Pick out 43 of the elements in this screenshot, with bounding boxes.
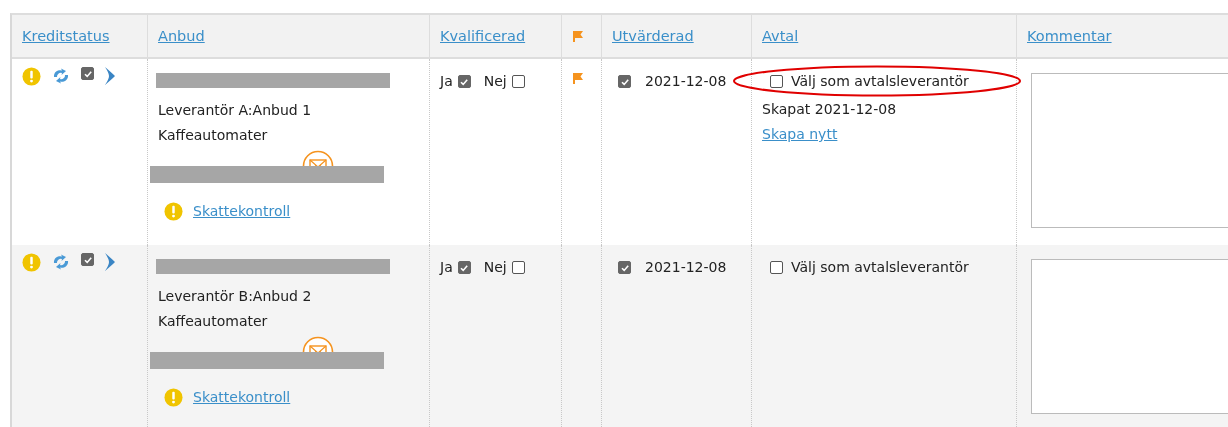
chevron-right-icon[interactable]: [104, 67, 116, 85]
warning-icon: [164, 202, 183, 221]
create-new-link[interactable]: Skapa nytt: [762, 126, 838, 142]
checkbox[interactable]: [770, 261, 783, 274]
chevron-right-icon[interactable]: [104, 253, 116, 271]
no-label: Nej: [483, 72, 507, 91]
comment-field[interactable]: [1031, 73, 1228, 228]
comment-field[interactable]: [1031, 259, 1228, 414]
yes-label: Ja: [440, 258, 453, 277]
created-date-text: Skapat 2021-12-08: [762, 100, 898, 119]
column-header-link[interactable]: Utvärderad: [612, 28, 694, 44]
tax-check-link[interactable]: Skattekontroll: [193, 199, 291, 224]
evaluation-date: 2021-12-08: [645, 258, 727, 277]
column-header-link[interactable]: Kreditstatus: [22, 28, 110, 44]
checkbox-label: Välj som avtalsleverantör: [791, 258, 969, 277]
column-header-link[interactable]: Kvalificerad: [440, 28, 526, 44]
checked-checkbox[interactable]: [457, 75, 471, 88]
column-header-link[interactable]: Kommentar: [1027, 28, 1112, 44]
refresh-icon[interactable]: [51, 253, 71, 271]
yes-label: Ja: [440, 72, 453, 91]
tax-check-link[interactable]: Skattekontroll: [193, 385, 291, 410]
bid-category: Kaffeautomater: [158, 312, 269, 331]
checkbox[interactable]: [511, 261, 525, 274]
column-header-link[interactable]: Anbud: [158, 28, 205, 44]
evaluation-date: 2021-12-08: [645, 72, 727, 91]
checked-checkbox[interactable]: [618, 261, 631, 274]
warning-icon: [164, 388, 183, 407]
checked-checkbox[interactable]: [81, 67, 94, 80]
warning-icon: [22, 253, 41, 272]
bid-category: Kaffeautomater: [158, 126, 269, 145]
refresh-icon[interactable]: [51, 67, 71, 85]
checked-checkbox[interactable]: [457, 261, 471, 274]
bid-name: Leverantör A:Anbud 1: [158, 101, 313, 120]
checkbox-label: Välj som avtalsleverantör: [791, 72, 969, 91]
bid-name: Leverantör B:Anbud 2: [158, 287, 313, 306]
no-label: Nej: [483, 258, 507, 277]
flag-icon: [572, 30, 584, 42]
warning-icon: [22, 67, 41, 86]
column-header-link[interactable]: Avtal: [762, 28, 799, 44]
checkbox[interactable]: [770, 75, 783, 88]
checked-checkbox[interactable]: [81, 253, 94, 266]
checked-checkbox[interactable]: [618, 75, 631, 88]
checkbox[interactable]: [511, 75, 525, 88]
